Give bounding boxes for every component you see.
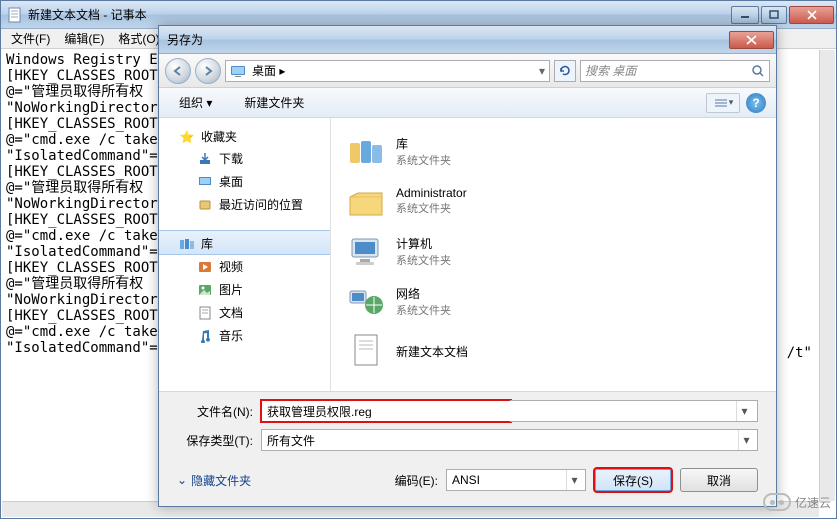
saveas-titlebar[interactable]: 另存为 [159, 26, 776, 54]
list-item[interactable]: 新建文本文档 [343, 326, 764, 376]
search-icon [751, 64, 765, 78]
recent-icon [197, 197, 213, 213]
encoding-combo[interactable]: ANSI ▾ [446, 469, 586, 491]
encoding-value: ANSI [452, 473, 480, 487]
saveas-navbar: 桌面 ▸ ▾ 搜索 桌面 [159, 54, 776, 88]
menu-file[interactable]: 文件(F) [5, 28, 56, 49]
saveas-dialog: 另存为 桌面 ▸ ▾ 搜索 桌面 组织 ▾ 新建文件夹 ▾ ? ⭐收藏夹 下载 … [158, 25, 777, 507]
filename-dropdown-icon[interactable]: ▾ [736, 401, 752, 421]
filename-input[interactable] [267, 404, 505, 418]
close-button[interactable] [789, 6, 834, 24]
menu-edit[interactable]: 编辑(E) [58, 28, 110, 49]
navigation-pane: ⭐收藏夹 下载 桌面 最近访问的位置 库 视频 图片 文档 音乐 [159, 118, 331, 391]
saveas-toolbar: 组织 ▾ 新建文件夹 ▾ ? [159, 88, 776, 118]
nav-desktop[interactable]: 桌面 [159, 170, 330, 193]
breadcrumb[interactable]: 桌面 ▸ ▾ [225, 60, 550, 82]
library-folder-icon [346, 131, 386, 171]
nav-videos[interactable]: 视频 [159, 255, 330, 278]
help-button[interactable]: ? [746, 93, 766, 113]
notepad-icon [7, 7, 23, 23]
nav-music[interactable]: 音乐 [159, 324, 330, 347]
content-pane[interactable]: 库系统文件夹 Administrator系统文件夹 计算机系统文件夹 网络系统文… [331, 118, 776, 391]
nav-recent[interactable]: 最近访问的位置 [159, 193, 330, 216]
watermark-logo-icon [763, 493, 791, 511]
encoding-label: 编码(E): [395, 472, 438, 489]
breadcrumb-dropdown-icon[interactable]: ▾ [539, 64, 545, 78]
newfolder-button[interactable]: 新建文件夹 [234, 91, 314, 114]
star-icon: ⭐ [179, 129, 195, 145]
encoding-dropdown-icon[interactable]: ▾ [566, 470, 582, 490]
music-icon [197, 328, 213, 344]
nav-libraries[interactable]: 库 [159, 230, 330, 255]
view-options-button[interactable]: ▾ [706, 93, 740, 113]
organize-button[interactable]: 组织 ▾ [169, 91, 222, 114]
textfile-icon [346, 331, 386, 371]
filetype-combo[interactable]: 所有文件 ▾ [261, 429, 758, 451]
saveas-title: 另存为 [167, 31, 729, 48]
forward-button[interactable] [195, 58, 221, 84]
saveas-close-button[interactable] [729, 31, 774, 49]
nav-downloads[interactable]: 下载 [159, 147, 330, 170]
watermark-text: 亿速云 [795, 494, 831, 511]
save-button[interactable]: 保存(S) [594, 468, 672, 492]
search-placeholder: 搜索 桌面 [585, 62, 636, 79]
back-button[interactable] [165, 58, 191, 84]
maximize-button[interactable] [761, 6, 787, 24]
breadcrumb-text: 桌面 ▸ [252, 62, 533, 79]
filetype-value: 所有文件 [267, 432, 315, 449]
filename-input-extension[interactable]: ▾ [510, 400, 759, 422]
user-folder-icon [346, 181, 386, 221]
desktop-small-icon [197, 174, 213, 190]
scrollbar-vertical[interactable] [819, 50, 835, 501]
list-item[interactable]: Administrator系统文件夹 [343, 176, 764, 226]
desktop-icon [230, 63, 246, 79]
saveas-fields: 文件名(N): ▾ 保存类型(T): 所有文件 ▾ [159, 391, 776, 462]
list-item[interactable]: 网络系统文件夹 [343, 276, 764, 326]
picture-icon [197, 282, 213, 298]
nav-favorites[interactable]: ⭐收藏夹 [159, 124, 330, 147]
notepad-title: 新建文本文档 - 记事本 [28, 6, 731, 23]
chevron-down-icon: ⌄ [177, 473, 187, 487]
filename-input-wrapper [261, 400, 511, 422]
refresh-button[interactable] [554, 60, 576, 82]
document-icon [197, 305, 213, 321]
filename-label: 文件名(N): [177, 403, 253, 420]
filetype-label: 保存类型(T): [177, 432, 253, 449]
filetype-dropdown-icon[interactable]: ▾ [738, 430, 754, 450]
list-item[interactable]: 计算机系统文件夹 [343, 226, 764, 276]
notepad-text-fragment: /t" [787, 345, 812, 361]
computer-icon [346, 231, 386, 271]
library-icon [179, 236, 195, 252]
watermark: 亿速云 [763, 493, 831, 511]
download-icon [197, 151, 213, 167]
cancel-button[interactable]: 取消 [680, 468, 758, 492]
minimize-button[interactable] [731, 6, 759, 24]
search-input[interactable]: 搜索 桌面 [580, 60, 770, 82]
nav-pictures[interactable]: 图片 [159, 278, 330, 301]
hide-folders-toggle[interactable]: ⌄ 隐藏文件夹 [177, 472, 251, 489]
saveas-bottom: ⌄ 隐藏文件夹 编码(E): ANSI ▾ 保存(S) 取消 [159, 462, 776, 504]
nav-documents[interactable]: 文档 [159, 301, 330, 324]
network-icon [346, 281, 386, 321]
list-item[interactable]: 库系统文件夹 [343, 126, 764, 176]
video-icon [197, 259, 213, 275]
